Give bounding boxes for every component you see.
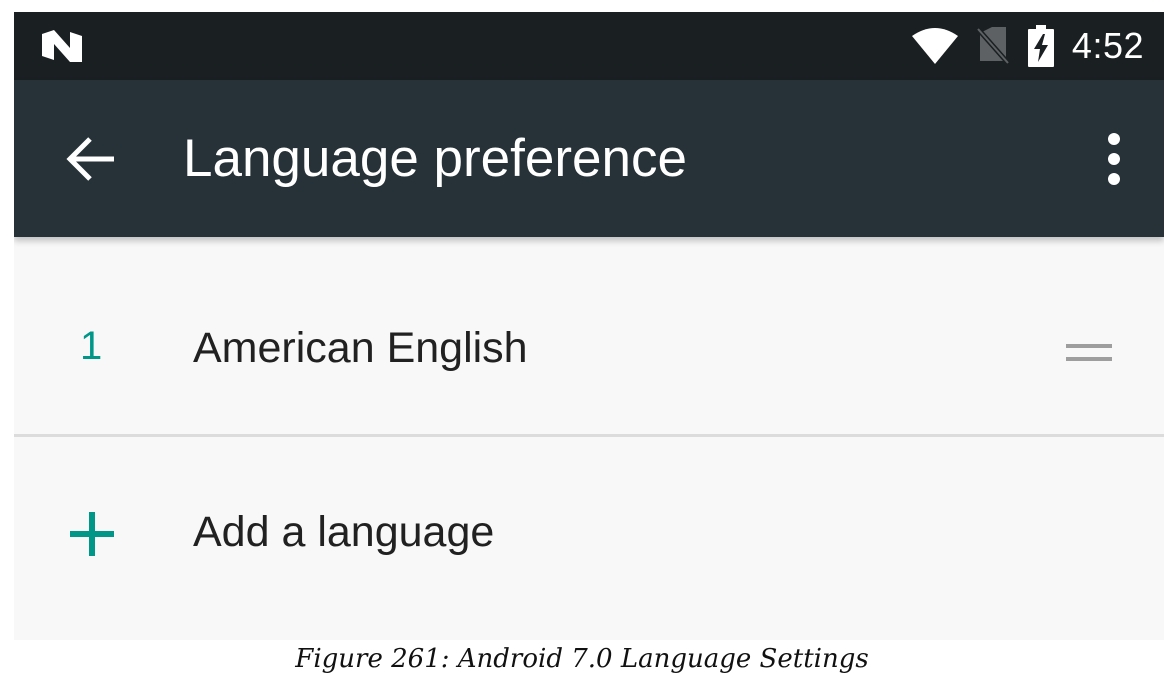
wifi-icon — [911, 28, 958, 64]
device-screen: 4:52 Language preference 1 American Engl… — [14, 12, 1164, 640]
back-arrow-icon[interactable] — [66, 136, 116, 182]
list-divider — [14, 434, 1164, 437]
figure-caption: Figure 261: Android 7.0 Language Setting… — [295, 644, 869, 674]
android-n-icon — [42, 30, 82, 62]
language-name: American English — [193, 324, 528, 372]
status-time: 4:52 — [1071, 25, 1144, 66]
add-language-button[interactable]: Add a language — [14, 482, 1164, 582]
language-index: 1 — [80, 324, 103, 368]
plus-icon — [70, 512, 114, 556]
app-bar: Language preference — [14, 80, 1164, 237]
status-icons: 4:52 — [911, 12, 1144, 80]
add-language-label: Add a language — [193, 508, 495, 556]
status-bar: 4:52 — [14, 12, 1164, 80]
drag-handle-icon[interactable] — [1066, 342, 1112, 364]
no-sim-icon — [976, 27, 1010, 65]
language-list-item[interactable]: 1 American English — [14, 284, 1164, 414]
overflow-menu-icon[interactable] — [1102, 132, 1126, 186]
battery-charging-icon — [1027, 25, 1054, 67]
page-title: Language preference — [183, 129, 687, 188]
